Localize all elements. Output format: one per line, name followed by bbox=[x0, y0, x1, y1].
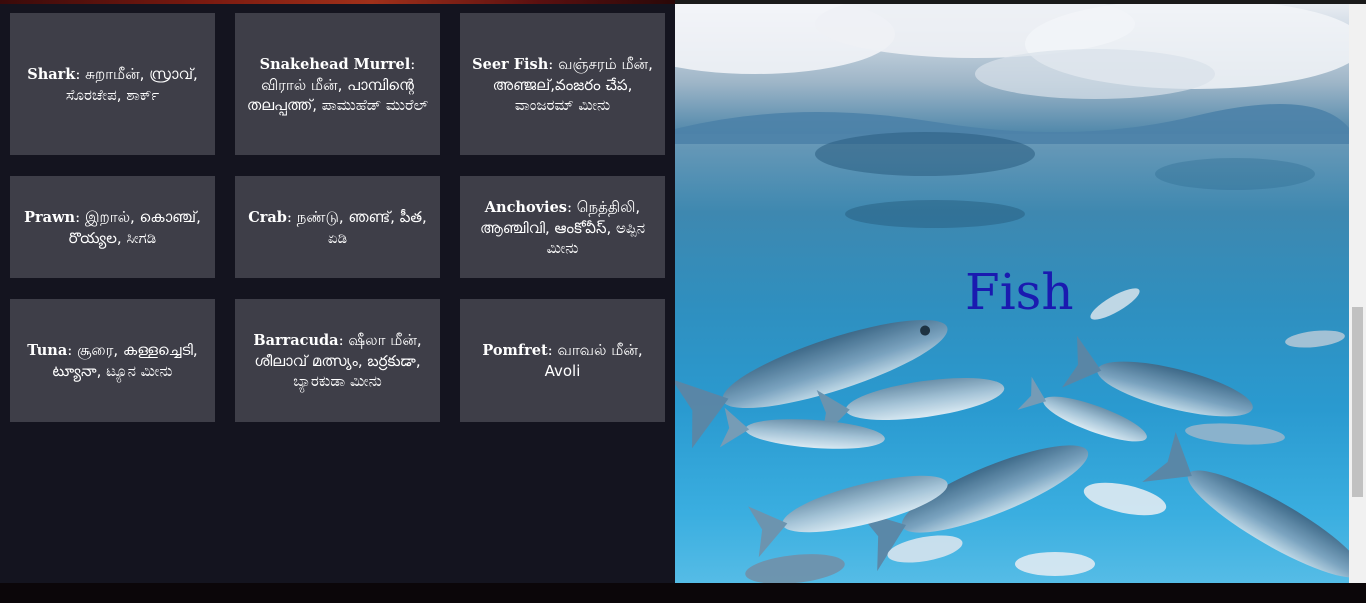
fish-name-en: Seer Fish bbox=[472, 55, 549, 73]
hero-image-underwater-fish: Fish bbox=[675, 4, 1349, 583]
fish-card-anchovies[interactable]: Anchovies: நெத்திலி, ആഞ്ചിവി, ఆంకోవీస్, … bbox=[460, 176, 665, 278]
fish-card-pomfret[interactable]: Pomfret: வாவல் மீன், Avoli bbox=[460, 299, 665, 422]
fish-name-en: Tuna bbox=[27, 342, 68, 359]
fish-card-seer-fish[interactable]: Seer Fish: வஞ்சரம் மீன், അഞ്ജല്,వంజరం చే… bbox=[460, 13, 665, 155]
fish-name-native: நண்டு, ഞണ്ട്, పీత, ಏಡಿ bbox=[296, 207, 427, 247]
fish-card-prawn[interactable]: Prawn: இறால், കൊഞ്ച്, రొయ్యల, ಸೀಗಡಿ bbox=[10, 176, 215, 278]
fish-name-en: Shark bbox=[27, 65, 76, 83]
fish-card-snakehead-murrel[interactable]: Snakehead Murrel: விரால் மீன், പാമ്പിന്റ… bbox=[235, 13, 440, 155]
fish-name-native: விரால் மீன், പാമ്പിന്റെ തലപ്പത്ത്, ಪಾಮುಹ… bbox=[246, 75, 429, 114]
page: Shark: சுறாமீன், സ്രാവ്, ಸೊರಚೇಪ, ಶಾರ್ಕ್ … bbox=[0, 0, 1366, 603]
fish-card-tuna[interactable]: Tuna: சூரை, കള്ളച്ചെടി, ట్యూనా, ಟ್ಯೂನ ಮೀ… bbox=[10, 299, 215, 422]
fish-card-grid: Shark: சுறாமீன், സ്രാവ്, ಸೊರಚೇಪ, ಶಾರ್ಕ್ … bbox=[0, 0, 675, 583]
hero-title: Fish bbox=[965, 263, 1074, 321]
vertical-scrollbar[interactable] bbox=[1349, 4, 1366, 583]
fish-name-native: வாவல் மீன், Avoli bbox=[544, 341, 643, 380]
fish-name-en: Pomfret bbox=[482, 342, 548, 359]
fish-name-native: இறால், കൊഞ്ച്, రొయ్యల, ಸೀಗಡಿ bbox=[68, 207, 201, 247]
fish-name-native: சூரை, കള്ളച്ചെടി, ట్యూనా, ಟ್ಯೂನ ಮೀನು bbox=[52, 341, 198, 380]
footer-strip bbox=[0, 583, 1366, 603]
fish-card-crab[interactable]: Crab: நண்டு, ഞണ്ട്, పీత, ಏಡಿ bbox=[235, 176, 440, 278]
header-strip bbox=[0, 0, 675, 4]
fish-name-en: Barracuda bbox=[253, 332, 339, 349]
fish-name-en: Crab bbox=[248, 208, 287, 226]
fish-card-barracuda[interactable]: Barracuda: ஷீலா மீன், ശീലാവ് മത്സ്യം, బర… bbox=[235, 299, 440, 422]
fish-name-en: Anchovies bbox=[484, 198, 567, 216]
fish-name-en: Snakehead Murrel bbox=[259, 55, 411, 73]
scrollbar-thumb[interactable] bbox=[1352, 307, 1363, 497]
fish-card-shark[interactable]: Shark: சுறாமீன், സ്രാവ്, ಸೊರಚೇಪ, ಶಾರ್ಕ್ bbox=[10, 13, 215, 155]
fish-name-native: சுறாமீன், സ്രാവ്, ಸೊರಚೇಪ, ಶಾರ್ಕ್ bbox=[65, 64, 198, 104]
fish-name-en: Prawn bbox=[24, 208, 76, 226]
